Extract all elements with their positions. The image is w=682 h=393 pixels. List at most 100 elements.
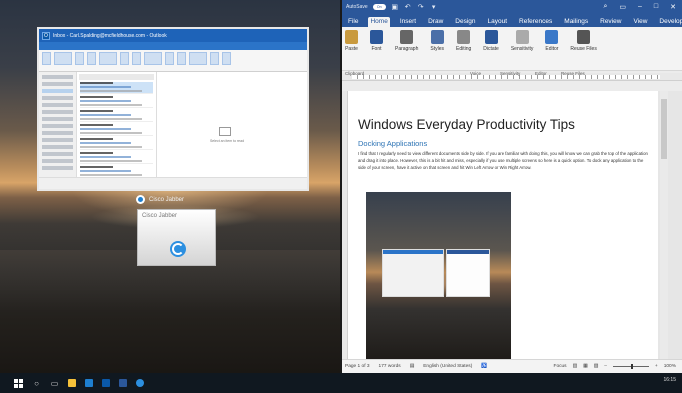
language-label[interactable]: English (United States): [423, 364, 472, 369]
read-mode-icon[interactable]: ▥: [573, 364, 578, 369]
folder-item: [42, 117, 73, 121]
dictate-icon: [484, 30, 498, 44]
zoom-out-icon[interactable]: –: [604, 364, 607, 369]
paragraph-icon: [400, 30, 414, 44]
folder-item: [42, 152, 73, 156]
zoom-level[interactable]: 100%: [664, 364, 676, 369]
styles-icon: [430, 30, 444, 44]
folder-item: [42, 138, 73, 142]
proofing-icon[interactable]: ▤: [410, 364, 415, 369]
outlook-ribbon-button: [99, 52, 117, 65]
search-icon[interactable]: ⌕: [603, 3, 607, 11]
redo-icon[interactable]: ↷: [417, 3, 425, 11]
group-label-reuse: Reuse Files: [561, 71, 585, 76]
tab-mailings[interactable]: Mailings: [562, 17, 590, 27]
scrollbar-thumb[interactable]: [661, 99, 667, 159]
tab-references[interactable]: References: [517, 17, 554, 27]
outlook-thumbnail-titlebar: O Inbox - Carl.Spalding@mcfieldhouse.com…: [39, 29, 307, 42]
word-count[interactable]: 177 words: [379, 364, 401, 369]
word-statusbar: Page 1 of 3 177 words ▤ English (United …: [342, 359, 682, 373]
autosave-toggle[interactable]: On: [372, 4, 386, 10]
close-icon[interactable]: ✕: [670, 3, 676, 11]
tab-review[interactable]: Review: [598, 17, 623, 27]
outlook-ribbon-button: [54, 52, 72, 65]
outlook-snap-thumbnail[interactable]: O Inbox - Carl.Spalding@mcfieldhouse.com…: [37, 27, 309, 191]
outlook-ribbon-button: [87, 52, 96, 65]
maximize-icon[interactable]: □: [654, 3, 658, 11]
ribbon-button-editor[interactable]: Editor: [545, 30, 558, 52]
tab-draw[interactable]: Draw: [426, 17, 445, 27]
ribbon-button-label: Styles: [430, 46, 444, 52]
jabber-thumbnail-label[interactable]: Cisco Jabber: [136, 195, 184, 204]
sensitivity-icon: [515, 30, 529, 44]
accessibility-icon[interactable]: ♿: [481, 364, 487, 369]
zoom-slider[interactable]: [612, 364, 649, 369]
tab-developer[interactable]: Developer: [657, 17, 682, 27]
outlook-search-box: [79, 74, 154, 80]
taskbar: ○ ▭ 16:15: [0, 373, 682, 393]
minimize-icon[interactable]: –: [638, 3, 642, 11]
outlook-menubar: [39, 42, 307, 50]
list-item: [80, 82, 153, 94]
outlook-ribbon-button: [189, 52, 207, 65]
save-icon[interactable]: ▣: [391, 3, 399, 11]
tab-insert[interactable]: Insert: [398, 17, 418, 27]
outlook-ribbon-button: [144, 52, 162, 65]
ribbon-button-styles[interactable]: Styles: [430, 30, 444, 52]
ribbon-button-label: Editing: [455, 46, 472, 52]
word-ribbon-tabs: File Home Insert Draw Design Layout References…: [342, 14, 682, 27]
document-paragraph: I find that I regularly need to view dif…: [358, 151, 648, 170]
edge-icon[interactable]: [85, 379, 93, 387]
outlook-ribbon-button: [75, 52, 84, 65]
outlook-ribbon-button: [165, 52, 174, 65]
customize-quick-access-icon[interactable]: ▾: [430, 3, 438, 11]
outlook-ribbon: [39, 50, 307, 72]
start-icon[interactable]: [14, 378, 23, 388]
folder-item: [42, 124, 73, 128]
zoom-in-icon[interactable]: +: [655, 364, 658, 369]
ribbon-group-labels: Clipboard Voice Sensitivity Editor Reuse…: [342, 71, 682, 81]
document-heading: Docking Applications: [358, 139, 428, 148]
page-count[interactable]: Page 1 of 3: [345, 364, 370, 369]
file-explorer-icon[interactable]: [68, 379, 76, 387]
search-icon[interactable]: ○: [32, 379, 41, 388]
ribbon-button-label: Reuse Files: [570, 46, 597, 52]
tab-file[interactable]: File: [346, 17, 360, 27]
ribbon-button-sensitivity[interactable]: Sensitivity: [510, 30, 534, 52]
ribbon-button-font[interactable]: Font: [370, 30, 383, 52]
web-layout-icon[interactable]: ▧: [594, 364, 599, 369]
paste-icon: [345, 30, 358, 44]
ribbon-button-paragraph[interactable]: Paragraph: [395, 30, 418, 52]
jabber-snap-thumbnail[interactable]: Cisco Jabber: [137, 209, 216, 266]
folder-item: [42, 145, 73, 149]
undo-icon[interactable]: ↶: [404, 3, 412, 11]
word-ribbon: Paste Font Paragraph Styles Editing Dictate Se…: [342, 27, 682, 71]
folder-item: [42, 159, 73, 163]
document-page[interactable]: Windows Everyday Productivity Tips Docki…: [348, 91, 658, 359]
tab-layout[interactable]: Layout: [486, 17, 510, 27]
image-outlook-window: [382, 249, 444, 297]
ribbon-button-label: Sensitivity: [510, 46, 534, 52]
print-layout-icon[interactable]: ▦: [583, 364, 588, 369]
document-screenshot-image[interactable]: [366, 192, 511, 359]
ribbon-button-dictate[interactable]: Dictate: [483, 30, 499, 52]
tab-view[interactable]: View: [631, 17, 649, 27]
document-title: Windows Everyday Productivity Tips: [358, 117, 575, 132]
focus-mode[interactable]: Focus: [554, 364, 567, 369]
jabber-taskbar-icon[interactable]: [136, 379, 144, 387]
ribbon-button-editing[interactable]: Editing: [456, 30, 471, 52]
tab-design[interactable]: Design: [453, 17, 477, 27]
word-taskbar-icon[interactable]: [119, 379, 127, 387]
ribbon-button-paste[interactable]: Paste: [345, 30, 358, 52]
word-titlebar: AutoSave On ▣ ↶ ↷ ▾ ⌕ ▭ – □ ✕: [342, 0, 682, 14]
ribbon-button-reuse-files[interactable]: Reuse Files: [570, 30, 597, 52]
task-view-icon[interactable]: ▭: [50, 379, 59, 388]
tab-home[interactable]: Home: [368, 17, 390, 27]
outlook-taskbar-icon[interactable]: [102, 379, 110, 387]
ribbon-display-icon[interactable]: ▭: [619, 3, 626, 11]
outlook-folder-pane: [39, 72, 77, 177]
reading-pane-message: Select an item to read: [209, 139, 245, 143]
taskbar-clock[interactable]: 16:15: [663, 377, 676, 383]
list-item: [80, 138, 153, 150]
vertical-scrollbar[interactable]: [660, 91, 668, 359]
